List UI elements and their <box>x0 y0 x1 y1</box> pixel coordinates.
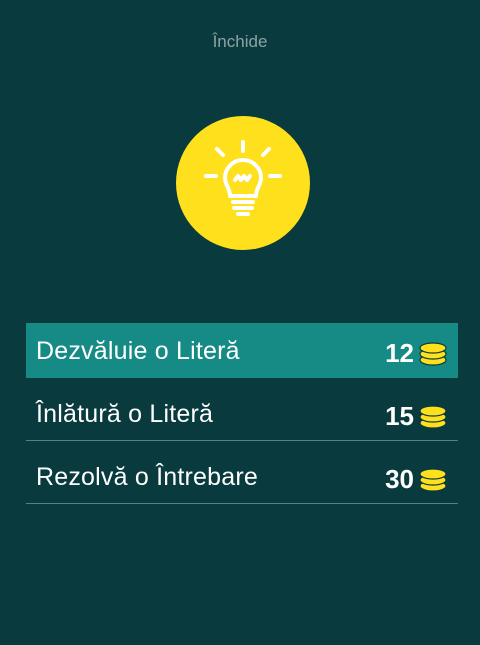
option-remove-letter[interactable]: Înlătură o Literă 15 <box>26 386 458 441</box>
option-reveal-letter[interactable]: Dezvăluie o Literă 12 <box>26 323 458 378</box>
option-label: Înlătură o Literă <box>36 400 214 428</box>
option-solve-question[interactable]: Rezolvă o Întrebare 30 <box>26 449 458 504</box>
hint-options-list: Dezvăluie o Literă 12 Înlătură o Literă … <box>26 323 458 512</box>
option-label: Rezolvă o Întrebare <box>36 463 258 491</box>
option-cost: 12 <box>385 338 414 368</box>
option-cost: 30 <box>385 464 414 494</box>
hint-badge <box>176 116 310 250</box>
close-link[interactable]: Închide <box>0 32 480 52</box>
coins-icon <box>419 342 447 366</box>
coins-icon <box>419 405 447 429</box>
option-label: Dezvăluie o Literă <box>36 337 240 365</box>
option-cost: 15 <box>385 401 414 431</box>
lightbulb-icon <box>204 140 282 216</box>
coins-icon <box>419 468 447 492</box>
